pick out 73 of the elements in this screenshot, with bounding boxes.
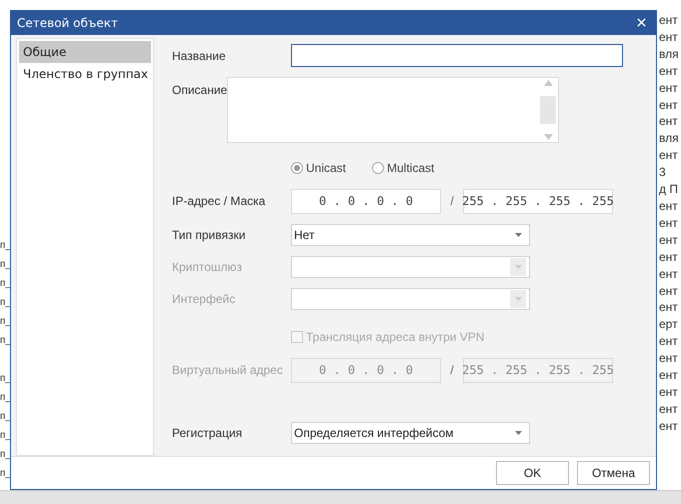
sidebar-item[interactable]: Членство в группах	[19, 62, 151, 85]
background-cell-text: п_	[0, 277, 11, 291]
field-label: IP-адрес / Маска	[172, 193, 266, 210]
dropdown[interactable]: Определяется интерфейсом	[291, 422, 530, 444]
background-cell-text: п_	[0, 372, 11, 386]
background-cell: ент	[659, 367, 679, 384]
field-label: Криптошлюз	[172, 258, 244, 276]
background-cell-text: п_	[0, 467, 11, 481]
background-cell: ент	[659, 232, 679, 249]
field-label: Виртуальный адрес	[172, 362, 284, 380]
dropdown[interactable]: Нет	[291, 224, 530, 246]
name-input[interactable]	[291, 44, 623, 68]
background-cell-text: п_	[0, 296, 11, 310]
background-cell: ент	[659, 282, 679, 300]
scroll-down-icon[interactable]	[544, 134, 553, 140]
background-cell-text: п_	[0, 410, 11, 424]
field-label: Название	[172, 48, 227, 65]
description-field[interactable]	[227, 76, 560, 143]
background-cell: ент	[659, 28, 679, 46]
background-cell: ент	[659, 384, 679, 401]
background-cell: ент	[659, 266, 679, 282]
radio-label: Unicast	[306, 160, 346, 177]
radio-button[interactable]	[372, 162, 384, 174]
background-cell: ент	[659, 62, 679, 80]
dialog-button[interactable]: Отмена	[577, 460, 650, 485]
background-cell: ент	[659, 96, 679, 114]
scrollbar-thumb[interactable]	[540, 96, 556, 124]
radio-option[interactable]: Unicast	[291, 158, 346, 177]
caret-icon	[514, 296, 522, 301]
background-cell: ент	[659, 400, 679, 418]
background-cell: ент	[659, 198, 679, 215]
background-cell-text: 3	[659, 164, 667, 182]
caret-icon	[514, 232, 522, 237]
background-cell: ент	[659, 12, 679, 29]
ip-address-field[interactable]: 0 . 0 . 0 . 0	[291, 188, 441, 214]
background-cell: д П	[659, 181, 679, 198]
background-cell: ент	[659, 333, 679, 350]
caret-icon	[514, 430, 522, 435]
dialog-button[interactable]: OK	[496, 460, 569, 485]
mask-field[interactable]: 255 . 255 . 255 . 255	[463, 188, 613, 214]
slash-separator: /	[449, 362, 455, 380]
background-cell: вля	[659, 46, 679, 63]
background-cell-text: п_	[0, 315, 11, 329]
background-cell: ент	[659, 214, 679, 232]
background-cell: ент	[659, 418, 679, 435]
background-cell-text: п_	[0, 448, 11, 462]
field-label: Описание	[172, 82, 228, 97]
window-title: Сетевой объект	[17, 14, 118, 32]
background-cell-text: п_	[0, 239, 11, 253]
close-icon[interactable]	[635, 16, 648, 30]
background-cell-text: п_	[0, 258, 11, 272]
background-cell-text: п_	[0, 391, 11, 405]
caret-icon	[514, 264, 522, 269]
sidebar-item[interactable]: Общие	[19, 40, 151, 63]
radio-label: Multicast	[387, 160, 434, 177]
background-cell: ент	[659, 248, 679, 266]
field-label: Регистрация	[172, 424, 244, 442]
field-label: Интерфейс	[172, 290, 236, 308]
radio-button[interactable]	[291, 162, 303, 174]
slash-separator: /	[449, 193, 455, 210]
scroll-up-icon[interactable]	[544, 80, 553, 86]
background-cell: ерт	[659, 316, 679, 334]
background-cell: ент	[659, 113, 679, 130]
background-cell: вля	[659, 130, 679, 148]
field-label: Тип привязки	[172, 226, 246, 244]
background-cell: ент	[659, 299, 679, 316]
scrollbar[interactable]	[540, 80, 556, 140]
background-cell-text: п_	[0, 429, 11, 443]
background-cell: ент	[659, 80, 679, 97]
radio-option[interactable]: Multicast	[372, 158, 434, 177]
background-cell: ент	[659, 350, 679, 368]
background-cell-text: п_	[0, 334, 11, 348]
background-cell: ент	[659, 147, 679, 164]
